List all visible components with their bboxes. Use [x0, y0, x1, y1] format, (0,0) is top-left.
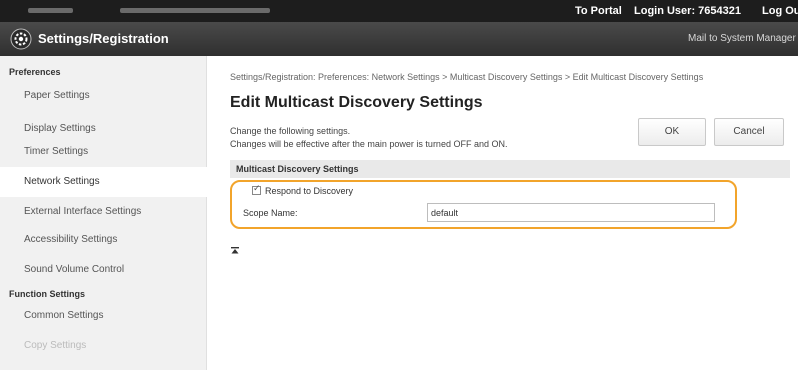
sidebar-item-external-interface-settings[interactable]: External Interface Settings	[0, 197, 207, 227]
sidebar-heading-preferences: Preferences	[9, 67, 61, 77]
page-title: Edit Multicast Discovery Settings	[230, 94, 483, 111]
gear-icon	[10, 28, 32, 50]
scope-name-input[interactable]	[427, 203, 715, 222]
sidebar-item-network-settings[interactable]: Network Settings	[0, 167, 207, 197]
login-user-label: Login User: 7654321	[634, 5, 741, 17]
sidebar-heading-function-settings: Function Settings	[9, 289, 85, 299]
logout-link[interactable]: Log Out	[762, 5, 798, 17]
sidebar-item-paper-settings[interactable]: Paper Settings	[0, 81, 207, 111]
sidebar-item-common-settings[interactable]: Common Settings	[0, 301, 207, 331]
section-header-multicast-discovery: Multicast Discovery Settings	[230, 160, 790, 178]
device-name-blurred	[28, 8, 73, 13]
app-header: Settings/Registration Mail to System Man…	[0, 22, 798, 56]
sidebar: Preferences Paper Settings Display Setti…	[0, 56, 207, 370]
sidebar-item-sound-volume-control[interactable]: Sound Volume Control	[0, 255, 207, 285]
device-address-blurred	[120, 8, 270, 13]
top-bar: To Portal Login User: 7654321 Log Out	[0, 0, 798, 22]
respond-to-discovery-label[interactable]: Respond to Discovery	[265, 186, 353, 196]
sidebar-item-accessibility-settings[interactable]: Accessibility Settings	[0, 225, 207, 255]
main-content: Settings/Registration: Preferences: Netw…	[207, 56, 798, 370]
breadcrumb[interactable]: Settings/Registration: Preferences: Netw…	[230, 72, 703, 82]
app-title: Settings/Registration	[38, 31, 169, 46]
mail-to-system-manager-link[interactable]: Mail to System Manager	[688, 33, 796, 44]
arrow-to-top-icon[interactable]	[230, 246, 240, 256]
to-portal-link[interactable]: To Portal	[575, 5, 622, 17]
sidebar-item-copy-settings[interactable]: Copy Settings	[0, 331, 207, 361]
ok-button[interactable]: OK	[638, 118, 706, 146]
sidebar-item-timer-settings[interactable]: Timer Settings	[0, 137, 207, 167]
cancel-button[interactable]: Cancel	[714, 118, 784, 146]
description-line-1: Change the following settings.	[230, 126, 351, 136]
description-line-2: Changes will be effective after the main…	[230, 139, 508, 149]
scope-name-label: Scope Name:	[243, 208, 298, 218]
checkmark-icon: ✓	[253, 183, 261, 193]
